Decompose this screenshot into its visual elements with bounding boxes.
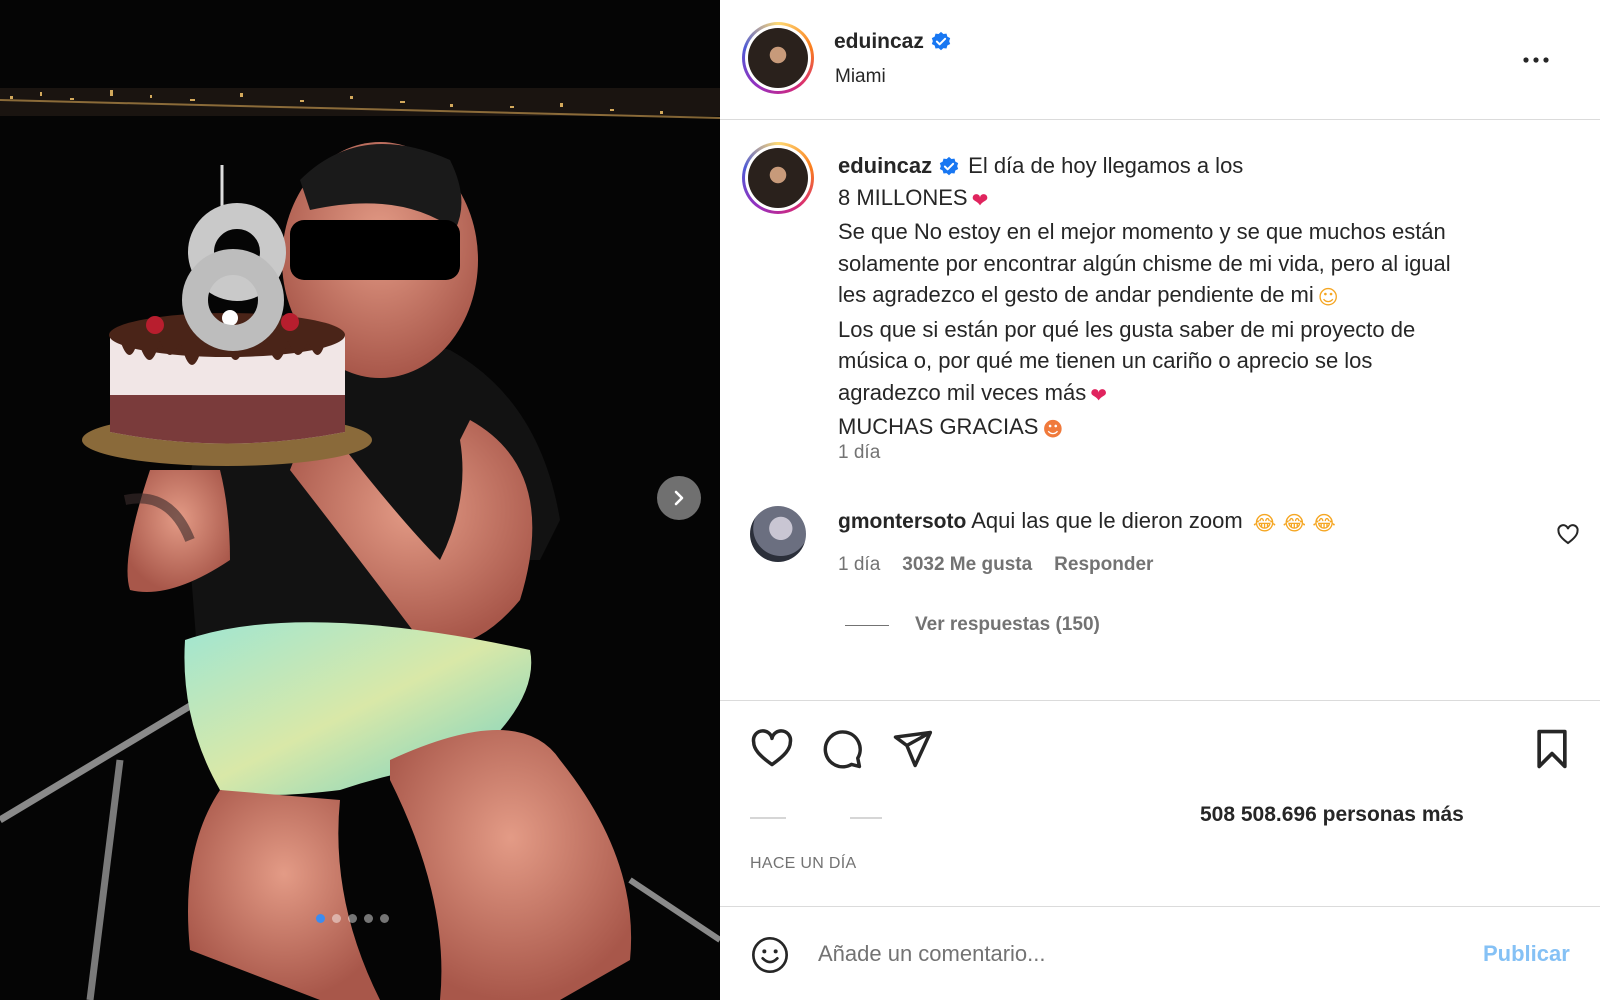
comment-text: Aqui las que le dieron zoom: [971, 508, 1243, 533]
verified-icon: [931, 31, 951, 51]
verified-icon: [939, 157, 959, 176]
caption-text-line: solamente por encontrar algún chisme de …: [838, 250, 1451, 276]
next-icon: [674, 490, 684, 506]
likes-row[interactable]: 508 508.696 personas más: [750, 803, 1590, 833]
carousel-dot: [348, 914, 357, 923]
comment-input[interactable]: [818, 929, 1438, 979]
caption-avatar[interactable]: [742, 142, 814, 214]
carousel-dot: [380, 914, 389, 923]
caption-username[interactable]: eduincaz: [838, 153, 932, 178]
more-icon[interactable]: [1520, 44, 1552, 76]
heart-emoji: ❤: [1090, 382, 1107, 407]
laughing-emoji: 😂 😂 😂: [1252, 511, 1336, 535]
caption-text-line: MUCHAS GRACIAS: [838, 414, 1039, 439]
publish-button[interactable]: Publicar: [1483, 941, 1570, 967]
post-caption: eduincaz El día de hoy llegamos a los 8 M…: [838, 150, 1558, 446]
comment: gmontersoto Aqui las que le dieron zoom …: [838, 508, 1336, 535]
caption-text-line: música o, por qué me tienen un cariño o …: [838, 348, 1373, 373]
comments-section: eduincaz El día de hoy llegamos a los 8 M…: [720, 120, 1600, 700]
view-replies-button[interactable]: Ver respuestas (150): [845, 614, 1100, 636]
likes-count[interactable]: 508 508.696 personas más: [1200, 803, 1464, 827]
post-location[interactable]: Miami: [835, 66, 886, 88]
author-username[interactable]: eduincaz: [834, 30, 924, 54]
add-comment-bar: Publicar: [720, 906, 1600, 1000]
save-icon[interactable]: [1530, 727, 1574, 771]
heart-emoji: ❤: [971, 187, 989, 212]
smile-emoji: ☺: [1317, 285, 1339, 309]
reply-button[interactable]: Responder: [1054, 554, 1153, 576]
commenter-avatar[interactable]: [750, 506, 806, 562]
like-icon[interactable]: [750, 727, 794, 771]
carousel-dot: [332, 914, 341, 923]
carousel-dot: [316, 914, 325, 923]
carousel-dots: [316, 914, 389, 923]
post-photo: [0, 0, 720, 1000]
caption-text-line: Se que No estoy en el mejor momento y se…: [838, 219, 1446, 244]
comment-time[interactable]: 1 día: [838, 554, 880, 576]
post-header: eduincaz Miami: [720, 0, 1600, 120]
next-image-button[interactable]: [657, 476, 701, 520]
post-media[interactable]: [0, 0, 720, 1000]
emoji-icon[interactable]: [750, 935, 790, 975]
share-icon[interactable]: [890, 727, 934, 771]
caption-text-line: agradezco mil veces más: [838, 379, 1087, 405]
commenter-username[interactable]: gmontersoto: [838, 510, 966, 533]
small-heart-icon[interactable]: [1556, 523, 1580, 547]
carousel-dot: [364, 914, 373, 923]
caption-text-line: 8 MILLONES: [838, 184, 968, 210]
post-panel: eduincaz Miami eduincaz El día de hoy lle…: [720, 0, 1600, 1000]
action-bar: 508 508.696 personas más HACE UN DÍA: [720, 700, 1600, 905]
caption-text-line: El día de hoy llegamos a los: [968, 153, 1244, 178]
caption-time[interactable]: 1 día: [838, 442, 880, 464]
comment-meta: 1 día 3032 Me gusta Responder: [838, 554, 1153, 576]
comment-likes[interactable]: 3032 Me gusta: [902, 554, 1032, 576]
post-timestamp: HACE UN DÍA: [750, 855, 857, 872]
comment-icon[interactable]: [820, 727, 864, 771]
view-replies-label: Ver respuestas (150): [915, 614, 1100, 635]
caption-text-line: Los que si están por qué les gusta saber…: [838, 316, 1416, 342]
caption-text-line: les agradezco el gesto de andar pendient…: [838, 282, 1314, 307]
hug-emoji: ☻: [1042, 417, 1064, 441]
author-avatar[interactable]: [742, 22, 814, 94]
